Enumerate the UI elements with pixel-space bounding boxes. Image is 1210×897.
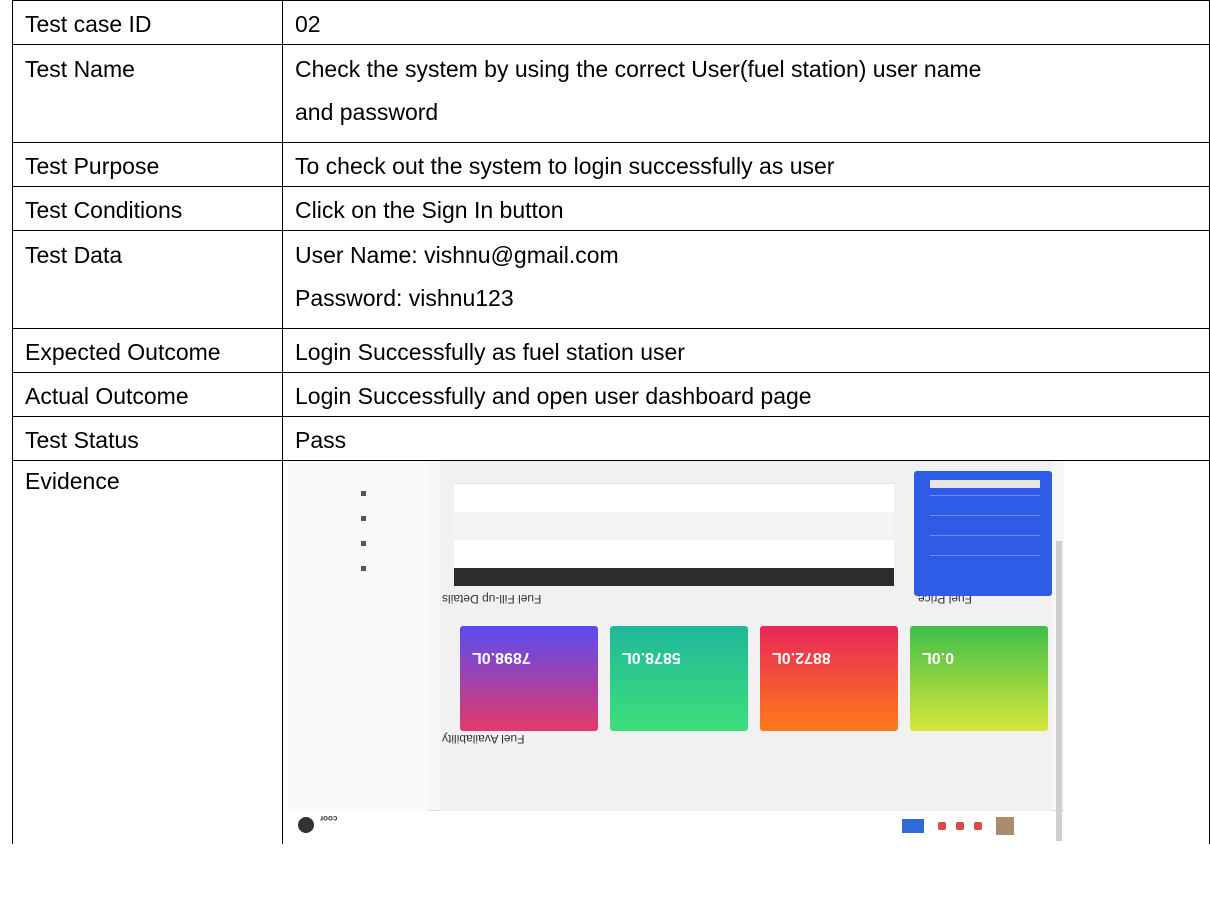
header-button[interactable] bbox=[902, 819, 924, 833]
fuel-price-card bbox=[914, 471, 1052, 596]
sidebar-item-2[interactable] bbox=[306, 528, 366, 556]
dashboard-sidebar bbox=[288, 461, 428, 811]
sidebar-item-1[interactable] bbox=[306, 553, 366, 581]
availability-card: 0.0L bbox=[910, 626, 1048, 731]
section-fillup-title: Fuel Fill-up Details bbox=[442, 592, 542, 606]
row-test-case-id: Test case ID 02 bbox=[12, 0, 1210, 45]
value-test-name: Check the system by using the correct Us… bbox=[282, 44, 1210, 143]
logo-icon bbox=[298, 817, 314, 833]
dashboard-main: Fuel Availability 7898.0L 5878.0L 8872.0L 0… bbox=[440, 461, 1052, 811]
availability-card: 8872.0L bbox=[760, 626, 898, 731]
value-test-purpose: To check out the system to login success… bbox=[282, 142, 1210, 187]
value-test-name-line-2: and password bbox=[295, 99, 439, 125]
value-actual-outcome: Login Successfully and open user dashboa… bbox=[282, 372, 1210, 417]
value-test-data-password: Password: vishnu123 bbox=[295, 285, 514, 311]
table-row bbox=[454, 511, 894, 540]
label-test-data: Test Data bbox=[12, 230, 283, 329]
sidebar-item-icon bbox=[361, 516, 366, 521]
sidebar-item-3[interactable] bbox=[306, 503, 366, 531]
price-row bbox=[930, 495, 1040, 506]
value-test-name-line-1: Check the system by using the correct Us… bbox=[295, 56, 982, 82]
search-input[interactable] bbox=[428, 820, 728, 832]
row-test-purpose: Test Purpose To check out the system to … bbox=[12, 142, 1210, 187]
row-test-data: Test Data User Name: vishnu@gmail.com Pa… bbox=[12, 230, 1210, 329]
value-test-data: User Name: vishnu@gmail.com Password: vi… bbox=[282, 230, 1210, 329]
row-actual-outcome: Actual Outcome Login Successfully and op… bbox=[12, 372, 1210, 417]
sidebar-item-icon bbox=[361, 566, 366, 571]
table-row bbox=[454, 483, 894, 512]
label-test-purpose: Test Purpose bbox=[12, 142, 283, 187]
evidence-screenshot: coor Fuel Availability 7898.0L 5878.0L 8… bbox=[288, 461, 1064, 841]
label-test-name: Test Name bbox=[12, 44, 283, 143]
availability-card-value: 0.0L bbox=[922, 649, 955, 666]
avatar[interactable] bbox=[996, 817, 1014, 835]
label-actual-outcome: Actual Outcome bbox=[12, 372, 283, 417]
sidebar-item-icon bbox=[361, 491, 366, 496]
scrollbar[interactable] bbox=[1056, 541, 1062, 841]
row-expected-outcome: Expected Outcome Login Successfully as f… bbox=[12, 328, 1210, 373]
value-test-status: Pass bbox=[282, 416, 1210, 461]
row-test-name: Test Name Check the system by using the … bbox=[12, 44, 1210, 143]
value-evidence: coor Fuel Availability 7898.0L 5878.0L 8… bbox=[282, 460, 1210, 844]
availability-card-value: 8872.0L bbox=[772, 649, 831, 666]
label-test-case-id: Test case ID bbox=[12, 0, 283, 45]
price-row bbox=[930, 535, 1040, 546]
sidebar-item-icon bbox=[361, 541, 366, 546]
row-test-conditions: Test Conditions Click on the Sign In but… bbox=[12, 186, 1210, 231]
alert-icon[interactable] bbox=[974, 822, 982, 830]
row-test-status: Test Status Pass bbox=[12, 416, 1210, 461]
value-test-conditions: Click on the Sign In button bbox=[282, 186, 1210, 231]
dashboard-header: coor bbox=[288, 810, 1064, 841]
evidence-dashboard: coor Fuel Availability 7898.0L 5878.0L 8… bbox=[288, 461, 1064, 841]
value-expected-outcome: Login Successfully as fuel station user bbox=[282, 328, 1210, 373]
row-evidence: Evidence coor Fuel Availability 7898.0L … bbox=[12, 460, 1210, 844]
label-test-status: Test Status bbox=[12, 416, 283, 461]
price-row bbox=[930, 515, 1040, 526]
availability-card-value: 7898.0L bbox=[472, 649, 531, 666]
label-expected-outcome: Expected Outcome bbox=[12, 328, 283, 373]
availability-card: 5878.0L bbox=[610, 626, 748, 731]
price-progress bbox=[930, 480, 1040, 488]
notification-icon[interactable] bbox=[938, 822, 946, 830]
value-test-case-id: 02 bbox=[282, 0, 1210, 45]
availability-card: 7898.0L bbox=[460, 626, 598, 731]
value-test-data-username: User Name: vishnu@gmail.com bbox=[295, 242, 619, 268]
fillup-table-header bbox=[454, 568, 894, 586]
sidebar-item-4[interactable] bbox=[306, 478, 366, 506]
label-evidence: Evidence bbox=[12, 460, 283, 844]
message-icon[interactable] bbox=[956, 822, 964, 830]
availability-card-value: 5878.0L bbox=[622, 649, 681, 666]
test-case-table: Test case ID 02 Test Name Check the syst… bbox=[12, 0, 1210, 844]
label-test-conditions: Test Conditions bbox=[12, 186, 283, 231]
price-row bbox=[930, 555, 1040, 566]
table-row bbox=[454, 539, 894, 568]
